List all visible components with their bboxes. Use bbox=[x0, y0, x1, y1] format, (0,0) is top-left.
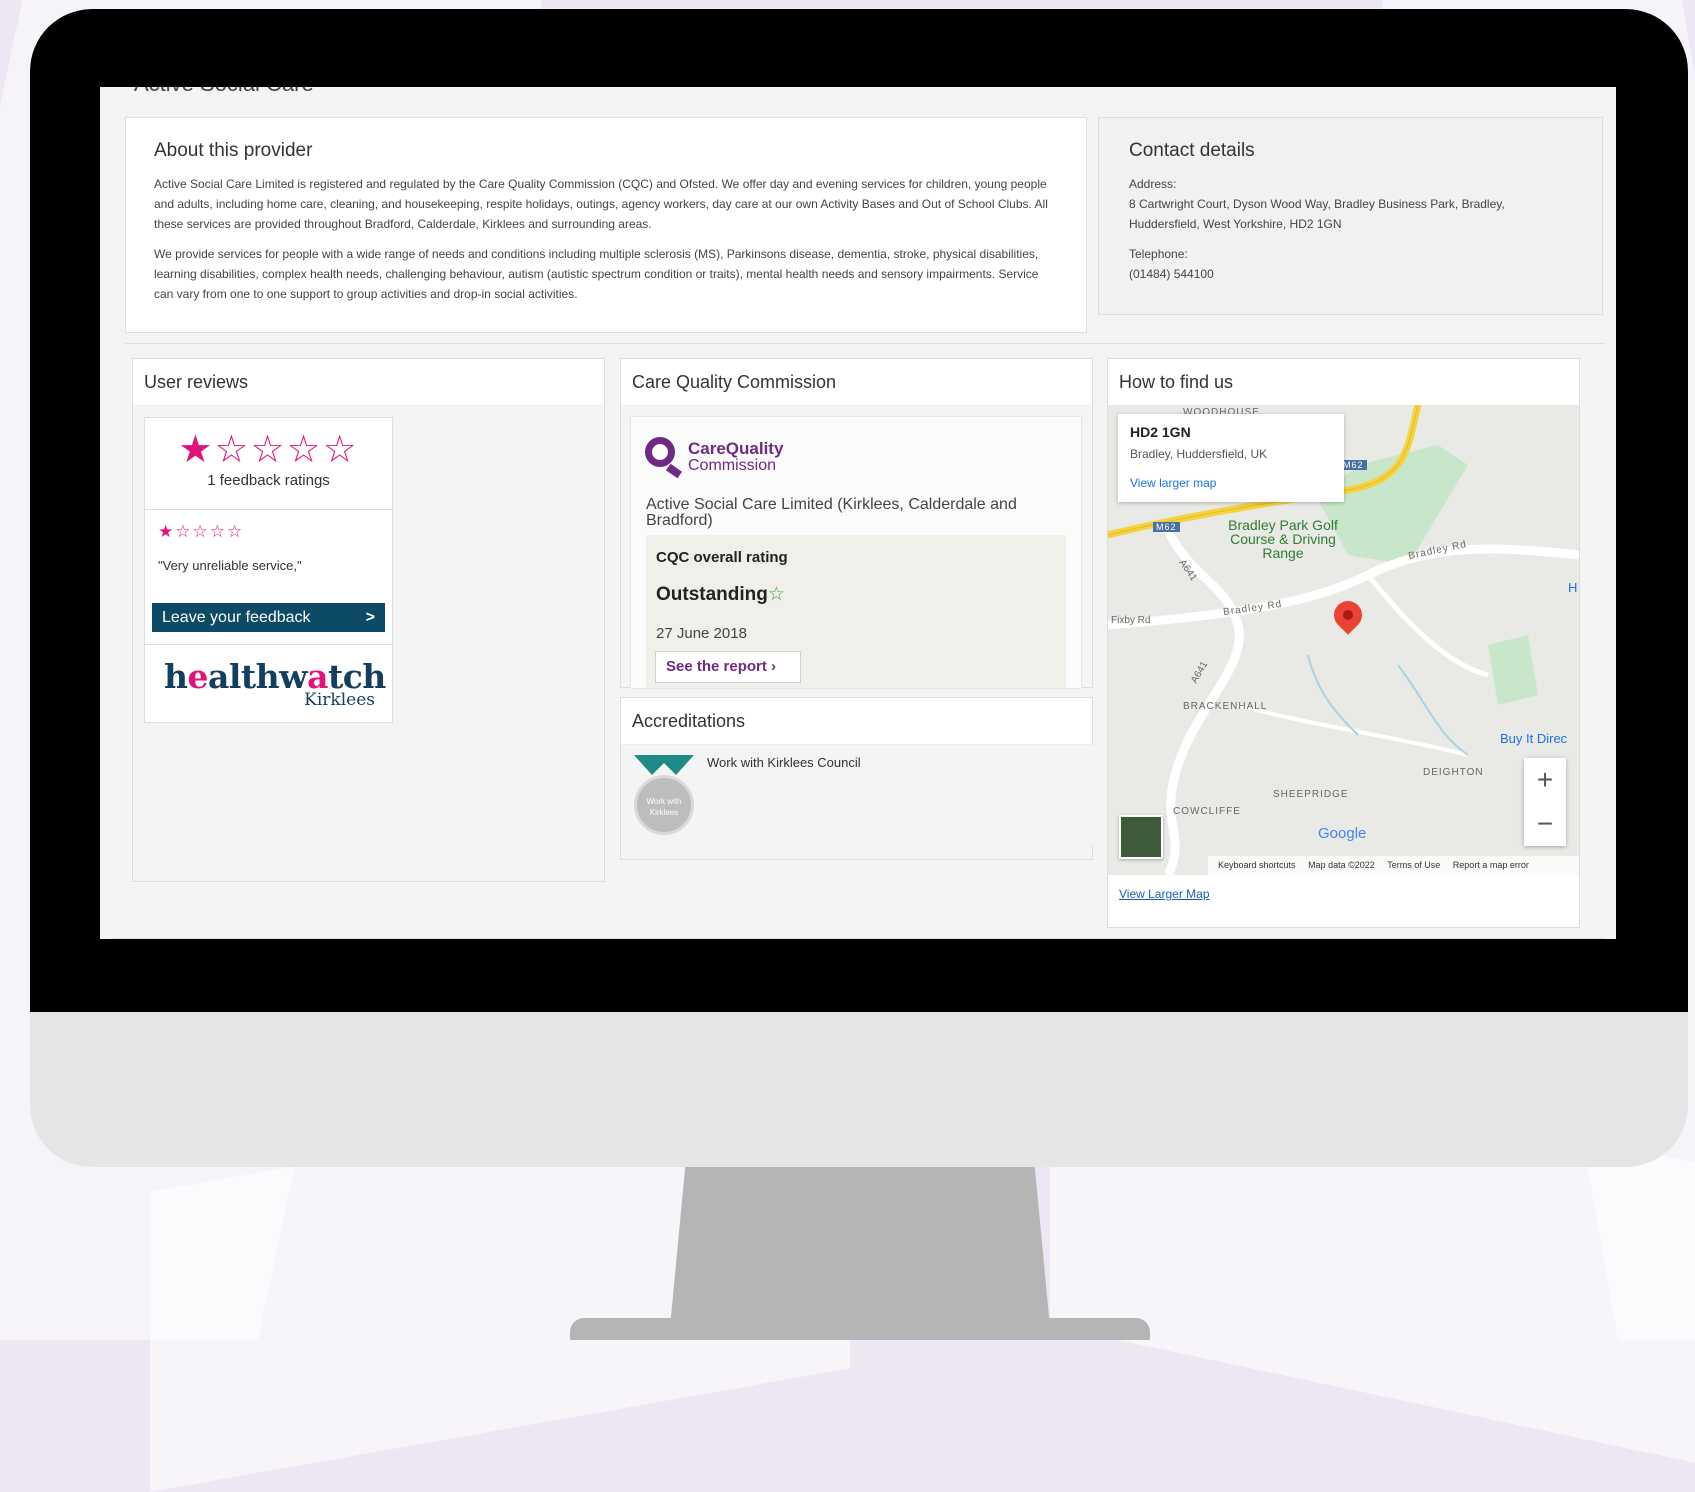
about-paragraph: We provide services for people with a wi… bbox=[154, 247, 1039, 301]
reviews-panel: User reviews ★☆☆☆☆ 1 feedback ratings ★☆… bbox=[132, 358, 605, 882]
about-paragraph: Active Social Care Limited is registered… bbox=[154, 177, 1048, 231]
contact-heading: Contact details bbox=[1129, 140, 1255, 161]
reviews-heading: User reviews bbox=[133, 359, 604, 406]
findus-panel: How to find us WOODHOUSE M62 M62 Bradley… bbox=[1107, 358, 1580, 928]
review-stars: ★☆☆☆☆ bbox=[158, 522, 245, 541]
see-report-button[interactable]: See the report › bbox=[655, 651, 801, 683]
view-larger-map-link[interactable]: View larger map bbox=[1130, 476, 1216, 490]
map-footer: Keyboard shortcuts Map data ©2022 Terms … bbox=[1208, 856, 1579, 875]
map-postcode: HD2 1GN bbox=[1130, 424, 1191, 440]
cqc-logo: CareQuality Commission bbox=[645, 437, 805, 487]
healthwatch-logo-sub: Kirklees bbox=[304, 690, 375, 710]
findus-heading: How to find us bbox=[1108, 359, 1579, 406]
cqc-panel: Care Quality Commission CareQuality Comm… bbox=[620, 358, 1093, 689]
healthwatch-logo: healthwatch Kirklees bbox=[164, 657, 386, 710]
about-heading: About this provider bbox=[154, 140, 313, 161]
rating-count: 1 feedback ratings bbox=[207, 472, 330, 489]
view-larger-map-footer-link[interactable]: View Larger Map bbox=[1119, 887, 1210, 901]
telephone-value: (01484) 544100 bbox=[1129, 267, 1214, 281]
monitor: Active Social Care About this provider A… bbox=[30, 9, 1688, 1167]
rating-stars: ★☆☆☆☆ bbox=[178, 429, 359, 471]
screen: Active Social Care About this provider A… bbox=[100, 87, 1616, 939]
monitor-stand-base bbox=[570, 1318, 1150, 1340]
zoom-in-button[interactable]: + bbox=[1524, 758, 1566, 802]
cqc-q-icon bbox=[645, 437, 675, 467]
map[interactable]: WOODHOUSE M62 M62 Bradley Park Golf Cour… bbox=[1108, 405, 1579, 875]
map-info-window: HD2 1GN Bradley, Huddersfield, UK View l… bbox=[1118, 414, 1344, 502]
terms-link[interactable]: Terms of Use bbox=[1387, 860, 1440, 870]
feedback-button-label: Leave your feedback bbox=[162, 609, 311, 626]
keyboard-shortcuts-link[interactable]: Keyboard shortcuts bbox=[1218, 860, 1296, 870]
map-data-text: Map data ©2022 bbox=[1308, 860, 1375, 870]
zoom-control: + − bbox=[1524, 758, 1566, 846]
cqc-rating-label: CQC overall rating bbox=[656, 549, 788, 566]
section-divider bbox=[112, 938, 1604, 939]
cqc-rating-box: CQC overall rating Outstanding☆ 27 June … bbox=[646, 535, 1066, 688]
chevron-right-icon: > bbox=[365, 609, 375, 626]
accreditations-panel: Accreditations Work with Kirklees Work w… bbox=[620, 697, 1094, 860]
telephone-label: Telephone: bbox=[1129, 247, 1188, 261]
accreditation-item: Work with Kirklees Council bbox=[707, 755, 861, 770]
cqc-heading: Care Quality Commission bbox=[621, 359, 1092, 406]
review-item: ★☆☆☆☆ "Very unreliable service," Leave y… bbox=[145, 510, 392, 645]
chevron-right-icon: › bbox=[771, 658, 777, 675]
address-label: Address: bbox=[1129, 177, 1177, 191]
address-value: 8 Cartwright Court, Dyson Wood Way, Brad… bbox=[1129, 197, 1505, 231]
cqc-rating-date: 27 June 2018 bbox=[656, 625, 747, 642]
cqc-provider-name: Active Social Care Limited (Kirklees, Ca… bbox=[646, 496, 1017, 529]
review-box: ★☆☆☆☆ 1 feedback ratings ★☆☆☆☆ "Very unr… bbox=[144, 417, 393, 723]
zoom-out-button[interactable]: − bbox=[1524, 802, 1566, 846]
about-panel: About this provider Active Social Care L… bbox=[125, 117, 1087, 333]
section-divider bbox=[125, 343, 1605, 344]
page-title: Active Social Care bbox=[134, 87, 314, 97]
report-map-error-link[interactable]: Report a map error bbox=[1453, 860, 1529, 870]
cqc-rating-value: Outstanding☆ bbox=[656, 584, 785, 605]
rating-summary: ★☆☆☆☆ 1 feedback ratings bbox=[145, 418, 392, 510]
leave-feedback-button[interactable]: Leave your feedback > bbox=[152, 603, 385, 632]
monitor-stand bbox=[670, 1167, 1050, 1327]
kirklees-badge-icon: Work with Kirklees bbox=[631, 755, 697, 841]
cqc-widget: CareQuality Commission Active Social Car… bbox=[630, 416, 1082, 689]
map-location: Bradley, Huddersfield, UK bbox=[1130, 447, 1268, 461]
contact-panel: Contact details Address: 8 Cartwright Co… bbox=[1098, 117, 1603, 315]
star-icon: ☆ bbox=[767, 584, 785, 605]
review-quote: "Very unreliable service," bbox=[158, 558, 302, 573]
satellite-toggle[interactable] bbox=[1119, 815, 1163, 859]
google-logo: Google bbox=[1318, 825, 1367, 842]
monitor-bezel: Active Social Care About this provider A… bbox=[30, 9, 1688, 1012]
accreditations-heading: Accreditations bbox=[621, 698, 1092, 745]
